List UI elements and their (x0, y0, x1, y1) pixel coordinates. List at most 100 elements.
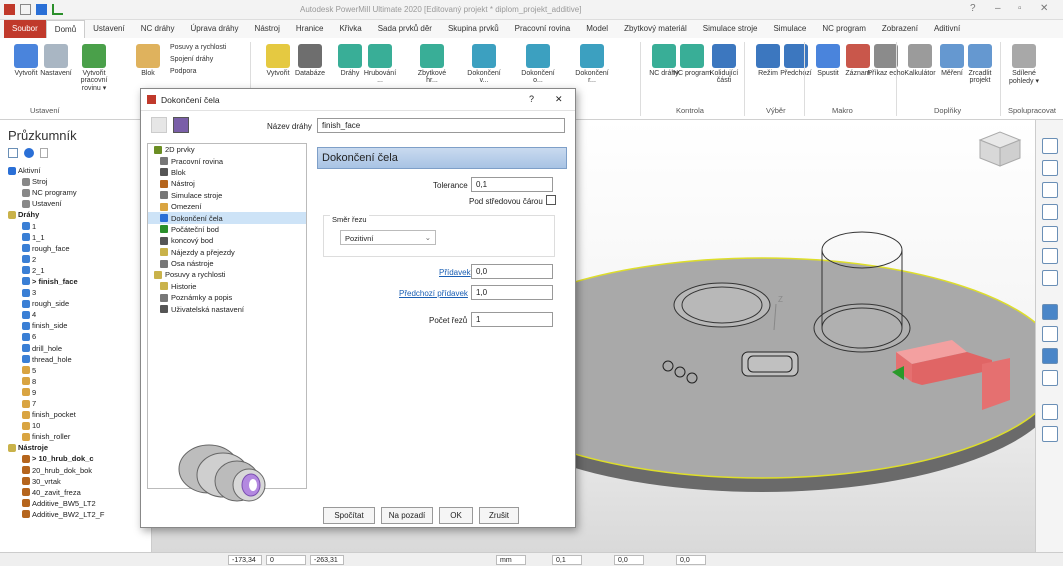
ribbon-small-button-1[interactable]: Spojení dráhy (170, 56, 213, 63)
block-view-icon[interactable] (1042, 348, 1058, 364)
tab-11[interactable]: Model (578, 20, 616, 38)
tab-4[interactable]: Úprava dráhy (183, 20, 247, 38)
tab-15[interactable]: NC program (814, 20, 874, 38)
tree-item[interactable]: Nástroje (4, 442, 152, 453)
ribbon-button-7[interactable]: Hrubování ... (360, 44, 400, 84)
tree-item[interactable]: 9 (4, 387, 152, 398)
dialog-page-item[interactable]: Počáteční bod (148, 224, 306, 235)
tree-item[interactable]: thread_hole (4, 354, 152, 365)
tree-item[interactable]: 5 (4, 365, 152, 376)
tab-2[interactable]: Ustavení (85, 20, 133, 38)
allowance-input[interactable]: 0,0 (471, 264, 553, 279)
number-of-cuts-input[interactable]: 1 (471, 312, 553, 327)
tab-0[interactable]: Soubor (4, 20, 46, 38)
view-front-icon[interactable] (1042, 160, 1058, 176)
dialog-page-item[interactable]: Blok (148, 167, 306, 178)
dialog-page-item[interactable]: Simulace stroje (148, 190, 306, 201)
status-depth[interactable]: 0,0 (676, 555, 706, 565)
zoom-box-icon[interactable] (1042, 226, 1058, 242)
zoom-extents-icon[interactable] (1042, 248, 1058, 264)
tree-item[interactable]: 4 (4, 309, 152, 320)
ribbon-button-11[interactable]: Dokončení r... (572, 44, 612, 84)
shaded-view-icon[interactable] (1042, 304, 1058, 320)
tree-item[interactable]: 10 (4, 420, 152, 431)
transparency-icon[interactable] (1042, 370, 1058, 386)
status-z[interactable]: -263,31 (310, 555, 344, 565)
tree-item[interactable]: 2 (4, 254, 152, 265)
status-stepover[interactable]: 0,0 (614, 555, 644, 565)
tab-12[interactable]: Zbytkový materiál (616, 20, 695, 38)
dialog-page-item[interactable]: Omezení (148, 201, 306, 212)
view-top-icon[interactable] (1042, 182, 1058, 198)
close-window-button[interactable]: ✕ (1040, 3, 1048, 14)
tree-item[interactable]: 3 (4, 287, 152, 298)
tree-item[interactable]: Additive_BW2_LT2_F (4, 509, 152, 520)
tab-9[interactable]: Skupina prvků (440, 20, 507, 38)
ribbon-button-5[interactable]: Databáze (290, 44, 330, 77)
tree-item[interactable]: finish_pocket (4, 409, 152, 420)
tree-item[interactable]: 6 (4, 331, 152, 342)
dialog-page-item[interactable]: 2D prvky (148, 144, 306, 155)
save-icon[interactable] (36, 4, 47, 15)
tree-item[interactable]: drill_hole (4, 343, 152, 354)
dialog-help-button[interactable]: ? (529, 94, 534, 104)
explorer-globe-icon[interactable] (24, 148, 34, 158)
tab-13[interactable]: Simulace stroje (695, 20, 766, 38)
tab-17[interactable]: Aditivní (926, 20, 968, 38)
tree-item[interactable]: NC programy (4, 187, 152, 198)
zoom-out-icon[interactable] (1042, 270, 1058, 286)
dialog-page-item[interactable]: Uživatelská nastavení (148, 303, 306, 314)
tab-6[interactable]: Hranice (288, 20, 332, 38)
status-tolerance[interactable]: 0,1 (552, 555, 582, 565)
tree-item[interactable]: 20_hrub_dok_bok (4, 465, 152, 476)
tab-10[interactable]: Pracovní rovina (507, 20, 579, 38)
tree-item[interactable]: 8 (4, 376, 152, 387)
dialog-page-item[interactable]: Dokončení čela (148, 212, 306, 224)
strategy-grid-icon[interactable] (151, 117, 167, 133)
tree-item[interactable]: 1 (4, 220, 152, 231)
ribbon-button-8[interactable]: Zbytkové hr... (412, 44, 452, 84)
ribbon-button-2[interactable]: Vytvořit pracovní rovinu ▾ (74, 44, 114, 92)
tab-16[interactable]: Zobrazení (874, 20, 926, 38)
previous-allowance-link[interactable]: Předchozí přídavek (399, 289, 468, 298)
maximize-button[interactable]: ▫ (1018, 3, 1022, 14)
toolpath-name-input[interactable]: finish_face (317, 118, 565, 133)
tree-item[interactable]: rough_face (4, 243, 152, 254)
chart-icon[interactable] (52, 4, 63, 15)
ribbon-button-23[interactable]: Sdílené pohledy ▾ (1004, 44, 1044, 85)
tree-item[interactable]: finish_side (4, 320, 152, 331)
select-previous-icon[interactable] (1042, 426, 1058, 442)
tolerance-input[interactable]: 0,1 (471, 177, 553, 192)
calculate-button[interactable]: Spočítat (323, 507, 375, 524)
ribbon-button-10[interactable]: Dokončení o... (518, 44, 558, 84)
zoom-icon[interactable] (1042, 204, 1058, 220)
new-project-icon[interactable] (20, 4, 31, 15)
view-iso-icon[interactable] (1042, 138, 1058, 154)
ok-button[interactable]: OK (439, 507, 473, 524)
dialog-close-button[interactable]: ✕ (555, 94, 563, 105)
dialog-page-item[interactable]: Osa nástroje (148, 258, 306, 269)
tab-8[interactable]: Sada prvků děr (370, 20, 440, 38)
select-icon[interactable] (1042, 404, 1058, 420)
tree-item[interactable]: Ustavení (4, 198, 152, 209)
tree-item[interactable]: Additive_BW5_LT2 (4, 498, 152, 509)
tree-item[interactable]: rough_side (4, 298, 152, 309)
tree-item[interactable]: Aktivní (4, 165, 152, 176)
tree-item[interactable]: Stroj (4, 176, 152, 187)
below-center-checkbox[interactable] (546, 195, 556, 205)
tree-item[interactable]: > 10_hrub_dok_c (4, 453, 152, 464)
allowance-link[interactable]: Přídavek (439, 268, 471, 277)
explorer-view-icon[interactable] (8, 148, 18, 158)
dialog-page-item[interactable]: Pracovní rovina (148, 155, 306, 166)
tree-item[interactable]: 7 (4, 398, 152, 409)
tree-item[interactable]: Dráhy (4, 209, 152, 220)
background-button[interactable]: Na pozadí (381, 507, 433, 524)
ribbon-button-9[interactable]: Dokončení v... (464, 44, 504, 84)
dialog-page-item[interactable]: Nájezdy a přejezdy (148, 247, 306, 258)
tree-item[interactable]: > finish_face (4, 276, 152, 287)
cancel-button[interactable]: Zrušit (479, 507, 519, 524)
dialog-page-item[interactable]: Posuvy a rychlosti (148, 269, 306, 280)
tab-5[interactable]: Nástroj (247, 20, 288, 38)
explorer-doc-icon[interactable] (40, 148, 48, 158)
ribbon-button-3[interactable]: Blok (128, 44, 168, 77)
